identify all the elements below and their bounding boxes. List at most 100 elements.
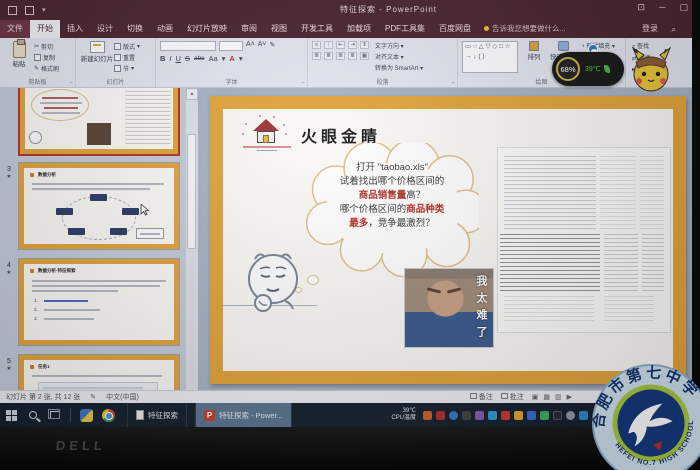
align-text-button[interactable]: 对齐文本 ▾ — [375, 52, 423, 61]
normal-view-icon[interactable]: ▣ — [532, 393, 539, 401]
crying-man-meme-image[interactable]: 我太难了 — [405, 269, 493, 347]
align-center-icon[interactable]: ≣ — [324, 52, 333, 60]
house-icon[interactable] — [242, 115, 291, 153]
tab-pdf-tools[interactable]: PDF工具集 — [378, 20, 432, 38]
tray-icon[interactable] — [566, 410, 575, 420]
section-button[interactable]: 节 ▾ — [114, 63, 140, 74]
new-slide-button[interactable]: 新建幻灯片 — [80, 41, 114, 74]
thumbnail-slide-4[interactable]: 数据分析·特征探索 1. 2. 3. — [18, 258, 180, 346]
italic-button[interactable]: I — [169, 54, 171, 63]
tray-icon[interactable] — [553, 410, 562, 420]
thumbnail-slide-3[interactable]: 数据分析 — [18, 162, 180, 250]
minimize-button[interactable]: ─ — [659, 2, 665, 13]
comments-button[interactable]: 批注 — [500, 392, 524, 402]
spreadsheet-screenshot[interactable] — [498, 148, 670, 332]
clear-format-icon[interactable]: ✎ — [270, 41, 276, 51]
scrollbar-thumb[interactable] — [187, 134, 196, 249]
reset-button[interactable]: 重置 — [114, 52, 140, 63]
align-left-icon[interactable]: ≣ — [312, 52, 321, 60]
search-icon[interactable]: ⌕ — [672, 25, 676, 35]
task-view-icon[interactable] — [44, 403, 66, 427]
font-size-select[interactable] — [219, 41, 243, 51]
tab-developer[interactable]: 开发工具 — [294, 20, 340, 38]
tray-icon[interactable] — [527, 410, 536, 420]
shrink-font-icon[interactable]: A˅ — [258, 41, 267, 51]
paste-button[interactable]: 粘贴 — [4, 39, 34, 74]
language-indicator[interactable]: 中文(中国) — [106, 392, 139, 402]
tab-addins[interactable]: 加载项 — [340, 20, 378, 38]
tab-baidu-pan[interactable]: 百度网盘 — [432, 20, 478, 38]
scroll-up-icon[interactable]: ▲ — [186, 88, 198, 100]
smartart-button[interactable]: 转换为 SmartArt ▾ — [375, 63, 423, 72]
bullets-icon[interactable]: ≡ — [312, 41, 321, 49]
tray-icon[interactable] — [423, 410, 432, 420]
tray-icon[interactable] — [501, 410, 510, 420]
text-direction-button[interactable]: 文字方向 ▾ — [375, 41, 423, 50]
tab-home[interactable]: 开始 — [30, 20, 60, 38]
numbering-icon[interactable]: ⋮ — [324, 41, 333, 49]
columns-icon[interactable]: ▦ — [360, 52, 369, 60]
format-painter-button[interactable]: ✎ 格式刷 — [34, 63, 59, 74]
shapes-gallery[interactable]: ▭ ○ △ ▽ ◇ □ ☆ → ↓ ( ) — [462, 41, 518, 73]
dialog-launcher-icon[interactable]: ⌐ — [70, 80, 73, 86]
bold-button[interactable]: B — [160, 54, 165, 63]
maximize-button[interactable]: ▢ — [679, 2, 688, 13]
taskbar-search-icon[interactable] — [22, 403, 44, 427]
increase-indent-icon[interactable]: ⇥ — [348, 41, 357, 49]
qat-dropdown-icon[interactable]: ▾ — [42, 6, 46, 15]
align-right-icon[interactable]: ≣ — [336, 52, 345, 60]
justify-icon[interactable]: ≣ — [348, 52, 357, 60]
tab-review[interactable]: 审阅 — [234, 20, 264, 38]
font-name-select[interactable] — [160, 41, 216, 51]
thumbnail-slide-5[interactable]: 任务1 — [18, 354, 180, 390]
tell-me-box[interactable]: 告诉我您想要做什么... — [478, 23, 572, 38]
underline-button[interactable]: U — [176, 54, 181, 63]
chrome-icon[interactable] — [97, 403, 119, 427]
save-icon[interactable] — [8, 5, 17, 15]
dialog-launcher-icon[interactable]: ⌐ — [302, 80, 305, 86]
copy-button[interactable]: 复制 — [34, 52, 59, 63]
thumbnail-slide-2[interactable] — [18, 88, 180, 156]
tray-icon[interactable] — [449, 410, 458, 420]
font-color-button[interactable]: A — [229, 54, 234, 63]
grow-font-icon[interactable]: A˄ — [246, 41, 255, 51]
tray-icon[interactable] — [475, 410, 484, 420]
line-spacing-icon[interactable]: ⇕ — [360, 41, 369, 49]
slide-sorter-icon[interactable]: ▦ — [543, 393, 550, 401]
layout-button[interactable]: 版式 ▾ — [114, 41, 140, 52]
slideshow-icon[interactable] — [25, 5, 34, 15]
reading-view-icon[interactable]: ▥ — [555, 393, 562, 401]
decrease-indent-icon[interactable]: ⇤ — [336, 41, 345, 49]
tray-icon[interactable] — [462, 410, 471, 420]
tray-icon[interactable] — [540, 410, 549, 420]
start-button[interactable] — [0, 403, 22, 427]
tab-file[interactable]: 文件 — [0, 20, 30, 38]
notes-button[interactable]: 备注 — [469, 392, 493, 402]
thinking-face-image[interactable] — [245, 251, 301, 313]
taskbar-button-powerpoint[interactable]: P 特征探索 - Power... — [195, 403, 292, 427]
change-case-button[interactable]: Aa — [208, 54, 217, 63]
tab-transitions[interactable]: 切换 — [120, 20, 150, 38]
tab-design[interactable]: 设计 — [90, 20, 120, 38]
slideshow-view-icon[interactable]: ▶ — [567, 393, 572, 401]
tab-animations[interactable]: 动画 — [150, 20, 180, 38]
tray-icon[interactable] — [514, 410, 523, 420]
strikethrough-button[interactable]: S — [185, 54, 190, 63]
panel-scrollbar[interactable]: ▲ — [186, 88, 198, 390]
pikachu-battery-widget[interactable]: 68% 39℃ — [552, 44, 672, 92]
current-slide[interactable]: 火眼金睛 打开 "taobao.xls" 试着找出哪个价格区间的 商品销售量高？… — [210, 96, 686, 384]
spell-check-icon[interactable]: ✎ — [90, 393, 96, 401]
tab-view[interactable]: 视图 — [264, 20, 294, 38]
tray-icon[interactable] — [488, 410, 497, 420]
sign-in-link[interactable]: 登录 — [642, 23, 658, 34]
arrange-button[interactable]: 排列 — [523, 41, 545, 73]
taskbar-button-notebook[interactable]: 特征探索 — [127, 403, 187, 427]
char-spacing-button[interactable]: abc — [194, 55, 204, 62]
quick-access-toolbar[interactable]: ▾ — [8, 5, 46, 15]
ribbon-display-icon[interactable]: ⊡ — [638, 2, 646, 13]
tray-icon[interactable] — [436, 410, 445, 420]
dialog-launcher-icon[interactable]: ⌐ — [452, 80, 455, 86]
tab-slideshow[interactable]: 幻灯片放映 — [180, 20, 234, 38]
cut-button[interactable]: ✂ 剪切 — [34, 41, 59, 52]
python-icon[interactable] — [75, 403, 97, 427]
